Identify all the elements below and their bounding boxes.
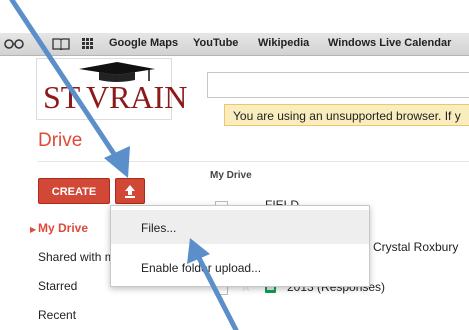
bookmark-youtube[interactable]: YouTube	[193, 37, 238, 49]
search-input[interactable]	[207, 72, 469, 98]
page-title[interactable]: Drive	[38, 130, 82, 152]
logo-text: ST.VRAIN	[43, 79, 188, 115]
menu-item-files-label: Files...	[141, 221, 177, 235]
upload-icon	[125, 185, 135, 198]
sidebar-item-shared-with-me[interactable]: Shared with me	[38, 250, 110, 264]
create-button[interactable]: CREATE	[38, 178, 110, 204]
bookmarks-bar: Google Maps YouTube Wikipedia Windows Li…	[0, 33, 469, 56]
sidebar-item-starred[interactable]: Starred	[38, 279, 77, 293]
expand-caret-icon[interactable]: ▶	[30, 225, 36, 234]
reading-glasses-icon[interactable]	[4, 37, 24, 50]
bookmark-wikipedia[interactable]: Wikipedia	[258, 37, 309, 49]
upload-button[interactable]	[115, 178, 145, 204]
file-row-owner[interactable]: Crystal Roxbury	[373, 240, 458, 254]
bookmark-windows-live-calendar[interactable]: Windows Live Calendar	[328, 37, 451, 49]
header-divider	[38, 161, 469, 162]
upload-menu: Files... Enable folder upload...	[110, 205, 370, 287]
district-logo[interactable]: ST.VRAIN	[36, 58, 187, 120]
sidebar-item-recent[interactable]: Recent	[38, 308, 76, 322]
bookmark-google-maps[interactable]: Google Maps	[109, 37, 178, 49]
menu-item-files[interactable]: Files...	[111, 210, 369, 244]
arrow-to-upload-head	[104, 146, 130, 178]
menu-item-enable-folder-upload-label: Enable folder upload...	[141, 261, 262, 275]
menu-item-enable-folder-upload[interactable]: Enable folder upload...	[111, 250, 369, 284]
bookmarks-book-icon[interactable]	[52, 37, 70, 50]
file-list-header: My Drive	[210, 170, 252, 181]
unsupported-browser-warning: You are using an unsupported browser. If…	[224, 104, 469, 126]
apps-grid-icon[interactable]	[82, 38, 94, 50]
sidebar-item-my-drive[interactable]: My Drive	[38, 221, 88, 235]
